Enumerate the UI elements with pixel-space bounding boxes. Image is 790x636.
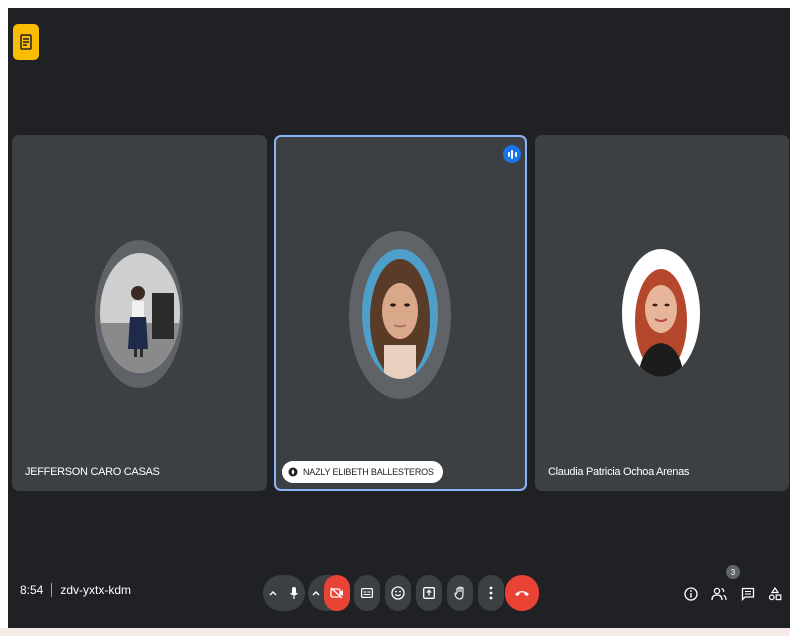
participant-tile-jefferson[interactable]: JEFFERSON CARO CASAS — [12, 135, 267, 491]
chevron-up-icon — [269, 591, 277, 596]
meeting-details-button[interactable] — [682, 585, 700, 603]
camera-off-icon — [330, 587, 343, 599]
meeting-stage: JEFFERSON CARO CASAS NAZLY ELIBETH BALLE… — [8, 8, 790, 632]
camera-control-group — [308, 575, 350, 611]
participant-name-pill: NAZLY ELIBETH BALLESTEROS — [282, 461, 443, 483]
activities-icon — [20, 34, 32, 50]
emoji-button[interactable] — [385, 575, 411, 611]
activities-button[interactable] — [13, 24, 39, 60]
video-options-button[interactable] — [308, 575, 324, 611]
avatar-jefferson — [100, 253, 180, 373]
participant-name-label: Claudia Patricia Ochoa Arenas — [548, 466, 690, 478]
chevron-up-icon — [312, 591, 320, 596]
participant-name-label: NAZLY ELIBETH BALLESTEROS — [303, 467, 434, 477]
activities-tools-icon — [768, 587, 782, 601]
present-button[interactable] — [416, 575, 442, 611]
participant-tile-nazly[interactable]: NAZLY ELIBETH BALLESTEROS — [274, 135, 527, 491]
meeting-code: zdv-yxtx-kdm — [60, 583, 132, 597]
more-options-button[interactable] — [478, 575, 504, 611]
emoji-icon — [391, 586, 405, 600]
chat-icon — [741, 587, 755, 601]
camera-button[interactable] — [324, 575, 350, 611]
people-button[interactable] — [710, 585, 728, 603]
meeting-info: 8:54 zdv-yxtx-kdm — [20, 583, 131, 597]
people-icon — [711, 587, 727, 601]
chat-button[interactable] — [739, 585, 757, 603]
raise-hand-icon — [454, 586, 464, 600]
taskbar-edge — [0, 628, 790, 636]
activities-tools-button[interactable] — [766, 585, 784, 603]
captions-button[interactable] — [354, 575, 380, 611]
present-screen-icon — [423, 587, 435, 599]
participant-tile-claudia[interactable]: Claudia Patricia Ochoa Arenas — [535, 135, 789, 491]
leave-call-icon — [515, 591, 529, 596]
meeting-time: 8:54 — [20, 583, 44, 597]
avatar-nazly — [362, 249, 438, 379]
microphone-icon — [290, 587, 298, 599]
leave-call-button[interactable] — [505, 575, 539, 611]
participant-name-label: JEFFERSON CARO CASAS — [25, 466, 160, 478]
more-options-icon — [489, 586, 493, 600]
audio-options-button[interactable] — [263, 575, 283, 611]
raise-hand-button[interactable] — [447, 575, 473, 611]
info-icon — [684, 587, 698, 601]
people-count-badge: 3 — [726, 565, 740, 579]
speaking-indicator-icon — [503, 145, 521, 163]
captions-icon — [361, 588, 373, 598]
divider — [51, 583, 53, 597]
avatar-claudia — [622, 249, 700, 377]
pin-icon — [288, 467, 298, 477]
microphone-button[interactable] — [283, 575, 305, 611]
mic-control-group — [263, 575, 305, 611]
